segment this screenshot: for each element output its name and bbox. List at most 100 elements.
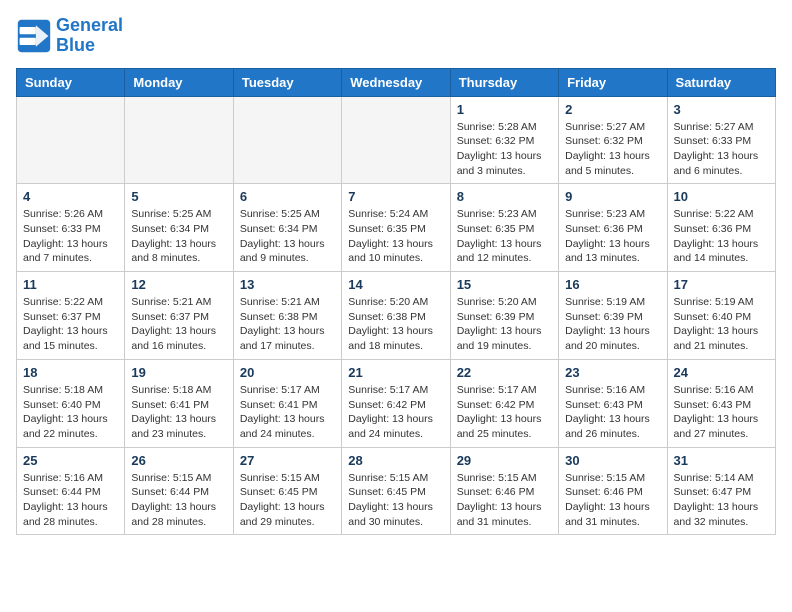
day-number: 20 bbox=[240, 365, 335, 380]
calendar-cell: 2 Sunrise: 5:27 AM Sunset: 6:32 PM Daylig… bbox=[559, 96, 667, 184]
column-header-wednesday: Wednesday bbox=[342, 68, 450, 96]
day-info: Sunrise: 5:26 AM Sunset: 6:33 PM Dayligh… bbox=[23, 207, 118, 266]
calendar-cell: 12Sunrise: 5:21 AM Sunset: 6:37 PM Dayli… bbox=[125, 272, 233, 360]
day-number: 24 bbox=[674, 365, 769, 380]
column-header-tuesday: Tuesday bbox=[233, 68, 341, 96]
day-info: Sunrise: 5:21 AM Sunset: 6:38 PM Dayligh… bbox=[240, 295, 335, 354]
calendar-cell: 23 Sunrise: 5:16 AM Sunset: 6:43 PM Dayli… bbox=[559, 359, 667, 447]
day-number: 4 bbox=[23, 189, 118, 204]
day-info: Sunrise: 5:17 AM Sunset: 6:42 PM Dayligh… bbox=[348, 383, 443, 442]
day-number: 25 bbox=[23, 453, 118, 468]
day-number: 7 bbox=[348, 189, 443, 204]
calendar-cell: 6 Sunrise: 5:25 AM Sunset: 6:34 PM Daylig… bbox=[233, 184, 341, 272]
day-number: 1 bbox=[457, 102, 552, 117]
calendar-cell bbox=[125, 96, 233, 184]
week-row-1: 1 Sunrise: 5:28 AM Sunset: 6:32 PM Daylig… bbox=[17, 96, 776, 184]
day-info: Sunrise: 5:22 AM Sunset: 6:36 PM Dayligh… bbox=[674, 207, 769, 266]
calendar-cell: 4 Sunrise: 5:26 AM Sunset: 6:33 PM Daylig… bbox=[17, 184, 125, 272]
day-number: 26 bbox=[131, 453, 226, 468]
day-number: 16 bbox=[565, 277, 660, 292]
calendar-cell: 3Sunrise: 5:27 AM Sunset: 6:33 PM Daylig… bbox=[667, 96, 775, 184]
calendar-cell: 1 Sunrise: 5:28 AM Sunset: 6:32 PM Daylig… bbox=[450, 96, 558, 184]
week-row-5: 25 Sunrise: 5:16 AM Sunset: 6:44 PM Dayli… bbox=[17, 447, 776, 535]
day-number: 9 bbox=[565, 189, 660, 204]
day-info: Sunrise: 5:16 AM Sunset: 6:43 PM Dayligh… bbox=[674, 383, 769, 442]
day-number: 22 bbox=[457, 365, 552, 380]
column-header-thursday: Thursday bbox=[450, 68, 558, 96]
calendar-header-row: SundayMondayTuesdayWednesdayThursdayFrid… bbox=[17, 68, 776, 96]
calendar-cell: 21 Sunrise: 5:17 AM Sunset: 6:42 PM Dayli… bbox=[342, 359, 450, 447]
day-number: 11 bbox=[23, 277, 118, 292]
day-info: Sunrise: 5:15 AM Sunset: 6:46 PM Dayligh… bbox=[457, 471, 552, 530]
calendar-cell bbox=[342, 96, 450, 184]
day-number: 13 bbox=[240, 277, 335, 292]
calendar-cell: 5 Sunrise: 5:25 AM Sunset: 6:34 PM Daylig… bbox=[125, 184, 233, 272]
day-number: 12 bbox=[131, 277, 226, 292]
day-info: Sunrise: 5:14 AM Sunset: 6:47 PM Dayligh… bbox=[674, 471, 769, 530]
calendar-cell: 14 Sunrise: 5:20 AM Sunset: 6:38 PM Dayli… bbox=[342, 272, 450, 360]
day-number: 6 bbox=[240, 189, 335, 204]
day-number: 29 bbox=[457, 453, 552, 468]
calendar-cell: 28Sunrise: 5:15 AM Sunset: 6:45 PM Dayli… bbox=[342, 447, 450, 535]
day-info: Sunrise: 5:15 AM Sunset: 6:46 PM Dayligh… bbox=[565, 471, 660, 530]
calendar-cell: 26 Sunrise: 5:15 AM Sunset: 6:44 PM Dayli… bbox=[125, 447, 233, 535]
logo-icon bbox=[16, 18, 52, 54]
day-info: Sunrise: 5:23 AM Sunset: 6:35 PM Dayligh… bbox=[457, 207, 552, 266]
day-info: Sunrise: 5:19 AM Sunset: 6:39 PM Dayligh… bbox=[565, 295, 660, 354]
calendar-cell: 19Sunrise: 5:18 AM Sunset: 6:41 PM Dayli… bbox=[125, 359, 233, 447]
calendar-cell: 8 Sunrise: 5:23 AM Sunset: 6:35 PM Daylig… bbox=[450, 184, 558, 272]
column-header-monday: Monday bbox=[125, 68, 233, 96]
day-info: Sunrise: 5:25 AM Sunset: 6:34 PM Dayligh… bbox=[240, 207, 335, 266]
calendar-cell: 18 Sunrise: 5:18 AM Sunset: 6:40 PM Dayli… bbox=[17, 359, 125, 447]
day-info: Sunrise: 5:25 AM Sunset: 6:34 PM Dayligh… bbox=[131, 207, 226, 266]
day-info: Sunrise: 5:16 AM Sunset: 6:43 PM Dayligh… bbox=[565, 383, 660, 442]
calendar-cell: 31 Sunrise: 5:14 AM Sunset: 6:47 PM Dayli… bbox=[667, 447, 775, 535]
calendar-cell: 22 Sunrise: 5:17 AM Sunset: 6:42 PM Dayli… bbox=[450, 359, 558, 447]
day-info: Sunrise: 5:24 AM Sunset: 6:35 PM Dayligh… bbox=[348, 207, 443, 266]
day-info: Sunrise: 5:18 AM Sunset: 6:40 PM Dayligh… bbox=[23, 383, 118, 442]
calendar-table: SundayMondayTuesdayWednesdayThursdayFrid… bbox=[16, 68, 776, 536]
day-number: 2 bbox=[565, 102, 660, 117]
day-number: 3 bbox=[674, 102, 769, 117]
day-number: 28 bbox=[348, 453, 443, 468]
calendar-cell: 15Sunrise: 5:20 AM Sunset: 6:39 PM Dayli… bbox=[450, 272, 558, 360]
day-number: 31 bbox=[674, 453, 769, 468]
calendar-cell: 20 Sunrise: 5:17 AM Sunset: 6:41 PM Dayli… bbox=[233, 359, 341, 447]
day-number: 27 bbox=[240, 453, 335, 468]
day-info: Sunrise: 5:28 AM Sunset: 6:32 PM Dayligh… bbox=[457, 120, 552, 179]
day-number: 8 bbox=[457, 189, 552, 204]
day-number: 14 bbox=[348, 277, 443, 292]
calendar-cell bbox=[17, 96, 125, 184]
day-number: 23 bbox=[565, 365, 660, 380]
calendar-cell: 24 Sunrise: 5:16 AM Sunset: 6:43 PM Dayli… bbox=[667, 359, 775, 447]
column-header-sunday: Sunday bbox=[17, 68, 125, 96]
day-info: Sunrise: 5:20 AM Sunset: 6:38 PM Dayligh… bbox=[348, 295, 443, 354]
calendar-cell: 13 Sunrise: 5:21 AM Sunset: 6:38 PM Dayli… bbox=[233, 272, 341, 360]
calendar-cell: 9 Sunrise: 5:23 AM Sunset: 6:36 PM Daylig… bbox=[559, 184, 667, 272]
day-info: Sunrise: 5:22 AM Sunset: 6:37 PM Dayligh… bbox=[23, 295, 118, 354]
calendar-cell bbox=[233, 96, 341, 184]
column-header-friday: Friday bbox=[559, 68, 667, 96]
day-number: 15 bbox=[457, 277, 552, 292]
day-number: 5 bbox=[131, 189, 226, 204]
calendar-cell: 11 Sunrise: 5:22 AM Sunset: 6:37 PM Dayli… bbox=[17, 272, 125, 360]
day-number: 10 bbox=[674, 189, 769, 204]
day-number: 18 bbox=[23, 365, 118, 380]
logo-text: General Blue bbox=[56, 16, 123, 56]
day-info: Sunrise: 5:15 AM Sunset: 6:44 PM Dayligh… bbox=[131, 471, 226, 530]
day-info: Sunrise: 5:23 AM Sunset: 6:36 PM Dayligh… bbox=[565, 207, 660, 266]
calendar-cell: 27 Sunrise: 5:15 AM Sunset: 6:45 PM Dayli… bbox=[233, 447, 341, 535]
week-row-4: 18 Sunrise: 5:18 AM Sunset: 6:40 PM Dayli… bbox=[17, 359, 776, 447]
day-info: Sunrise: 5:16 AM Sunset: 6:44 PM Dayligh… bbox=[23, 471, 118, 530]
day-info: Sunrise: 5:15 AM Sunset: 6:45 PM Dayligh… bbox=[240, 471, 335, 530]
calendar-cell: 29 Sunrise: 5:15 AM Sunset: 6:46 PM Dayli… bbox=[450, 447, 558, 535]
day-info: Sunrise: 5:18 AM Sunset: 6:41 PM Dayligh… bbox=[131, 383, 226, 442]
calendar-cell: 16 Sunrise: 5:19 AM Sunset: 6:39 PM Dayli… bbox=[559, 272, 667, 360]
calendar-cell: 25 Sunrise: 5:16 AM Sunset: 6:44 PM Dayli… bbox=[17, 447, 125, 535]
day-info: Sunrise: 5:17 AM Sunset: 6:41 PM Dayligh… bbox=[240, 383, 335, 442]
calendar-cell: 17Sunrise: 5:19 AM Sunset: 6:40 PM Dayli… bbox=[667, 272, 775, 360]
day-number: 21 bbox=[348, 365, 443, 380]
day-info: Sunrise: 5:17 AM Sunset: 6:42 PM Dayligh… bbox=[457, 383, 552, 442]
day-number: 17 bbox=[674, 277, 769, 292]
day-info: Sunrise: 5:27 AM Sunset: 6:32 PM Dayligh… bbox=[565, 120, 660, 179]
